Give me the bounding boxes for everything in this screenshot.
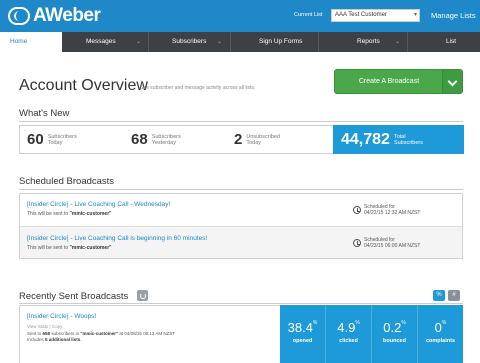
manage-lists-link[interactable]: Manage Lists [431, 11, 476, 20]
metric-label: complaints [425, 338, 456, 344]
nav-item-label: Home [10, 38, 28, 45]
stat-label: Subscribers Today [47, 133, 77, 146]
stat-subscribers-yesterday: 68 Subscribers Yesterday [131, 126, 181, 153]
aweber-logo[interactable]: AWeber [8, 5, 101, 26]
broadcast-title-link[interactable]: [Insider Circle] - Live Coaching Call is… [27, 235, 207, 242]
clock-icon [353, 239, 361, 247]
recent-broadcast-item: [Insider Circle] - Woops! View Stats | C… [19, 305, 463, 363]
nav-item-label: Reports [357, 38, 380, 45]
metric-bounced[interactable]: 0.2% bounced [372, 305, 418, 363]
metric-label: clicked [339, 338, 358, 344]
brand-name: AWeber [33, 5, 101, 26]
nav-item-signup-forms[interactable]: Sign Up Forms [231, 32, 319, 52]
nav-item-subscribers[interactable]: Subscribers ⌄ [149, 32, 231, 52]
metric-value: 4.9% [337, 320, 360, 335]
stat-label: Unsubscribed Today [246, 133, 280, 146]
create-broadcast-button[interactable]: Create A Broadcast [334, 69, 463, 94]
broadcast-recipients: This will be sent to "mmic-customer" [27, 211, 112, 217]
recent-broadcasts-title: Recently Sent Broadcasts [19, 291, 129, 302]
view-stats-copy-links[interactable]: View Stats | Copy [27, 324, 62, 329]
main-nav: Home Messages ⌄ Subscribers ⌄ Sign Up Fo… [0, 32, 480, 65]
current-list-label: Current List [294, 12, 323, 18]
divider [19, 121, 463, 122]
broadcast-recipients: This will be sent to "mmic-customer" [27, 245, 112, 251]
page-title: Account Overview [19, 77, 148, 94]
current-list-select[interactable]: AAA Test Customer ▾ [331, 9, 420, 22]
stat-value: 68 [131, 131, 148, 148]
stat-value: 2 [234, 131, 243, 148]
stat-value: 60 [27, 131, 44, 148]
metric-clicked[interactable]: 4.9% clicked [326, 305, 372, 363]
broadcast-title-link[interactable]: [Insider Circle] - Live Coaching Call - … [27, 201, 170, 208]
nav-item-home[interactable]: Home [0, 32, 62, 52]
list-item: [Insider Circle] - Live Coaching Call - … [20, 194, 462, 226]
metric-value: 0.2% [383, 320, 406, 335]
metric-label: bounced [383, 338, 406, 344]
metric-label: opened [292, 338, 313, 344]
broadcast-metrics: 38.4% opened 4.9% clicked 0.2% bounced 0… [280, 305, 463, 363]
stat-total-subscribers[interactable]: 44,782 Total Subscribers [333, 125, 464, 154]
metric-complaints[interactable]: 0% complaints [418, 305, 463, 363]
scheduled-title: Scheduled Broadcasts [19, 176, 115, 187]
broadcast-title-link[interactable]: [Insider Circle] - Woops! [27, 313, 96, 320]
whats-new-title: What's New [19, 108, 70, 119]
nav-item-messages[interactable]: Messages ⌄ [62, 32, 149, 52]
percent-toggle-button[interactable]: % [433, 290, 445, 301]
chevron-down-icon: ▾ [413, 12, 417, 18]
nav-item-label: Subscribers [172, 38, 207, 45]
create-broadcast-label: Create A Broadcast [358, 78, 420, 85]
nav-item-label: List Options [446, 38, 469, 65]
nav-item-label: Sign Up Forms [259, 38, 303, 45]
metric-value: 38.4% [287, 320, 318, 335]
stat-subscribers-today: 60 Subscribers Today [27, 126, 77, 153]
broadcast-sent-details: Sent to 658 subscribers in "mmic-custome… [27, 331, 176, 342]
refresh-icon[interactable] [137, 290, 148, 301]
scheduled-time: Scheduled for 04/22/15 12:32 AM NZST [364, 204, 421, 216]
stat-label: Subscribers Yesterday [151, 133, 181, 146]
current-list-value: AAA Test Customer [335, 12, 387, 18]
metric-opened[interactable]: 38.4% opened [280, 305, 326, 363]
divider [19, 303, 463, 304]
nav-item-label: Messages [86, 38, 116, 45]
chevron-down-icon: ⌄ [217, 39, 223, 45]
stat-unsubscribed-today: 2 Unsubscribed Today [234, 126, 280, 153]
metric-value: 0% [434, 320, 447, 335]
list-item: [Insider Circle] - Live Coaching Call is… [20, 226, 462, 258]
whats-new-stats: 60 Subscribers Today 68 Subscribers Yester… [19, 125, 464, 154]
page-subtitle: See subscriber and message activity acro… [140, 85, 256, 91]
stat-label: Total Subscribers [393, 133, 423, 146]
aweber-logo-icon [8, 7, 30, 25]
chevron-down-icon: ⌄ [136, 39, 142, 45]
clock-icon [353, 206, 361, 214]
scheduled-time: Scheduled for 04/23/15 06:00 AM NZST [364, 237, 421, 249]
nav-item-list-options[interactable]: List Options [408, 32, 480, 65]
count-toggle-button[interactable]: # [448, 290, 460, 301]
stat-value: 44,782 [341, 130, 390, 148]
chevron-down-icon[interactable] [442, 70, 462, 93]
divider [19, 189, 463, 190]
top-header: AWeber Current List AAA Test Customer ▾ … [0, 0, 480, 32]
nav-item-reports[interactable]: Reports ⌄ [319, 32, 408, 52]
scheduled-list: [Insider Circle] - Live Coaching Call - … [19, 193, 463, 259]
chevron-down-icon: ⌄ [395, 39, 401, 45]
